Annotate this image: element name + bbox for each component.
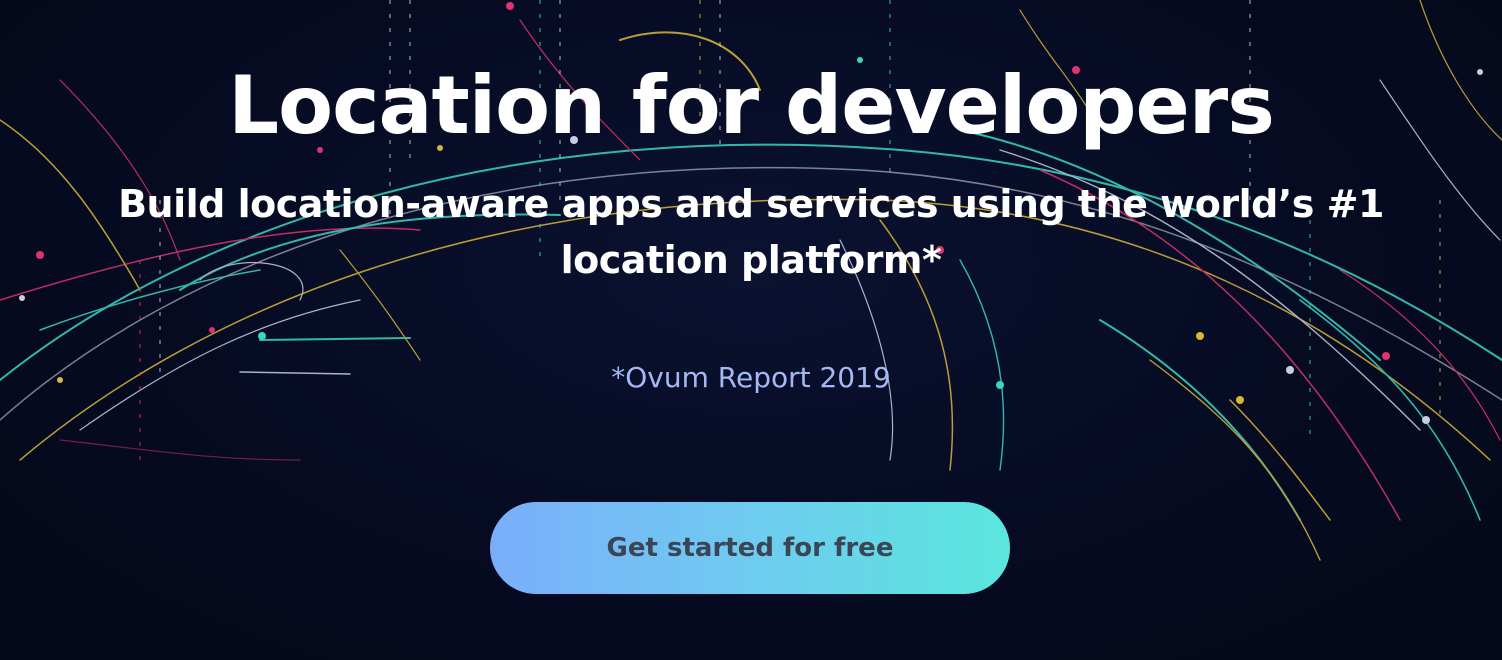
- get-started-button[interactable]: Get started for free: [490, 502, 1010, 594]
- page-title: Location for developers: [228, 59, 1275, 152]
- hero-content: Location for developers Build location-a…: [0, 0, 1502, 660]
- hero-section: Location for developers Build location-a…: [0, 0, 1502, 660]
- source-footnote: *Ovum Report 2019: [611, 361, 891, 394]
- page-subtitle: Build location-aware apps and services u…: [118, 182, 1384, 282]
